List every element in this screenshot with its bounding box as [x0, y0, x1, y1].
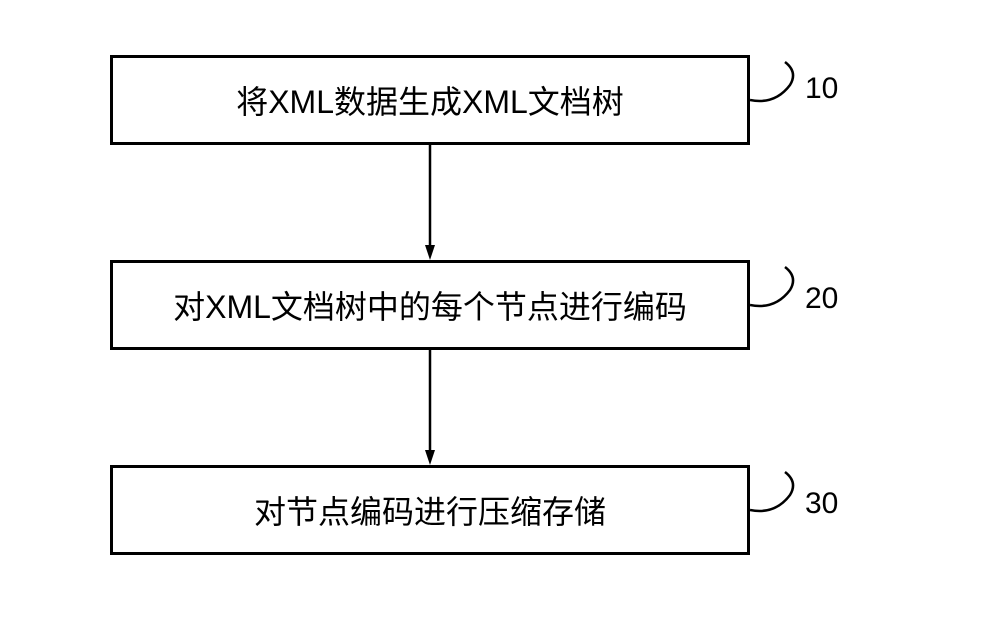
step-1-text: 将XML数据生成XML文档树 — [236, 77, 624, 123]
arrow-2-to-3 — [425, 350, 435, 465]
step-box-3: 对节点编码进行压缩存储 — [110, 465, 750, 555]
step-3-text: 对节点编码进行压缩存储 — [254, 487, 606, 533]
step-label-20: 20 — [805, 282, 838, 316]
step-box-2: 对XML文档树中的每个节点进行编码 — [110, 260, 750, 350]
step-box-1: 将XML数据生成XML文档树 — [110, 55, 750, 145]
step-2-text: 对XML文档树中的每个节点进行编码 — [173, 282, 687, 328]
connector-curve-20 — [750, 265, 805, 315]
arrow-1-to-2 — [425, 145, 435, 260]
step-label-10: 10 — [805, 72, 838, 106]
connector-curve-30 — [750, 470, 805, 520]
connector-curve-10 — [750, 60, 805, 110]
flowchart-diagram: 将XML数据生成XML文档树 10 对XML文档树中的每个节点进行编码 20 对… — [0, 0, 1000, 644]
step-label-30: 30 — [805, 487, 838, 521]
